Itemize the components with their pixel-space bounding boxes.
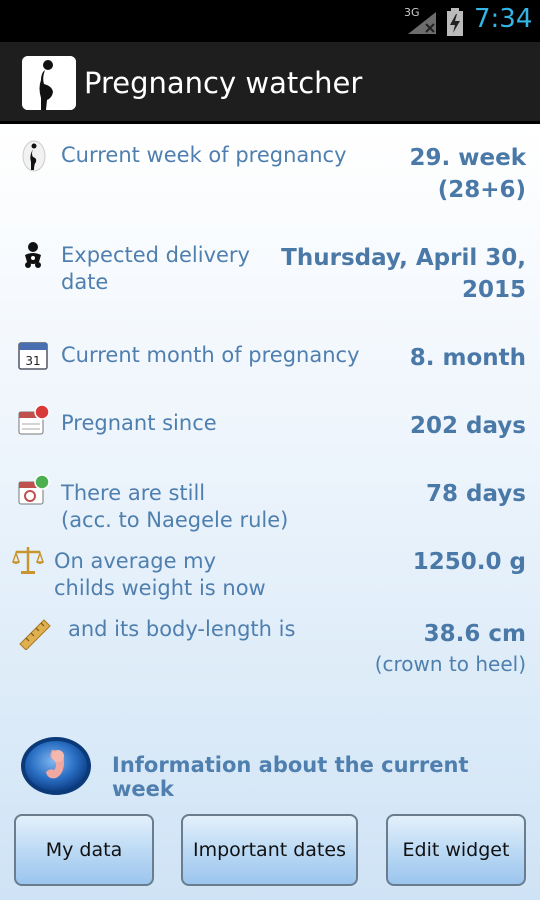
value-delivery-date: Thursday, April 30, 2015	[281, 245, 526, 303]
edit-widget-button[interactable]: Edit widget	[386, 814, 526, 886]
label-pregnant-since: Pregnant since	[61, 411, 217, 435]
calendar-badge-red-icon	[18, 404, 50, 436]
value-pregnant-since: 202 days	[410, 413, 526, 439]
value-body-length: 38.6 cm	[423, 621, 526, 647]
value-body-length-note: (crown to heel)	[374, 652, 526, 676]
scale-icon	[11, 544, 45, 576]
label-remaining-days: There are still (acc. to Naegele rule)	[61, 481, 289, 532]
clock: 7:34	[474, 4, 533, 34]
info-link-label: Information about the current week	[112, 753, 469, 801]
label-delivery-date: Expected delivery date	[61, 243, 250, 294]
status-bar: 3G 7:34	[0, 0, 540, 42]
value-current-month: 8. month	[409, 345, 526, 371]
label-current-month: Current month of pregnancy	[61, 343, 360, 367]
action-bar: Pregnancy watcher	[0, 42, 540, 124]
value-current-week: 29. week (28+6)	[409, 145, 527, 203]
important-dates-button[interactable]: Important dates	[181, 814, 358, 886]
content-area: Current week of pregnancy 29. week (28+6…	[0, 124, 540, 900]
label-body-length: and its body-length is	[68, 617, 296, 641]
pregnant-silhouette-icon[interactable]	[22, 56, 76, 110]
signal-icon: 3G	[404, 6, 438, 36]
calendar-icon: 31	[18, 340, 50, 372]
pregnant-figure-icon	[18, 140, 50, 172]
label-child-weight: On average my childs weight is now	[54, 549, 266, 600]
battery-charging-icon	[446, 8, 464, 36]
value-child-weight: 1250.0 g	[412, 549, 526, 575]
svg-text:31: 31	[25, 354, 40, 368]
ruler-icon	[18, 616, 51, 651]
value-remaining-days: 78 days	[426, 481, 526, 507]
current-week-info-link[interactable]: Information about the current week	[18, 736, 528, 801]
app-title: Pregnancy watcher	[84, 66, 363, 100]
calendar-badge-green-icon	[18, 474, 50, 506]
fetus-globe-icon	[20, 736, 92, 796]
baby-icon	[18, 240, 50, 272]
label-current-week: Current week of pregnancy	[61, 143, 347, 167]
my-data-button[interactable]: My data	[14, 814, 154, 886]
